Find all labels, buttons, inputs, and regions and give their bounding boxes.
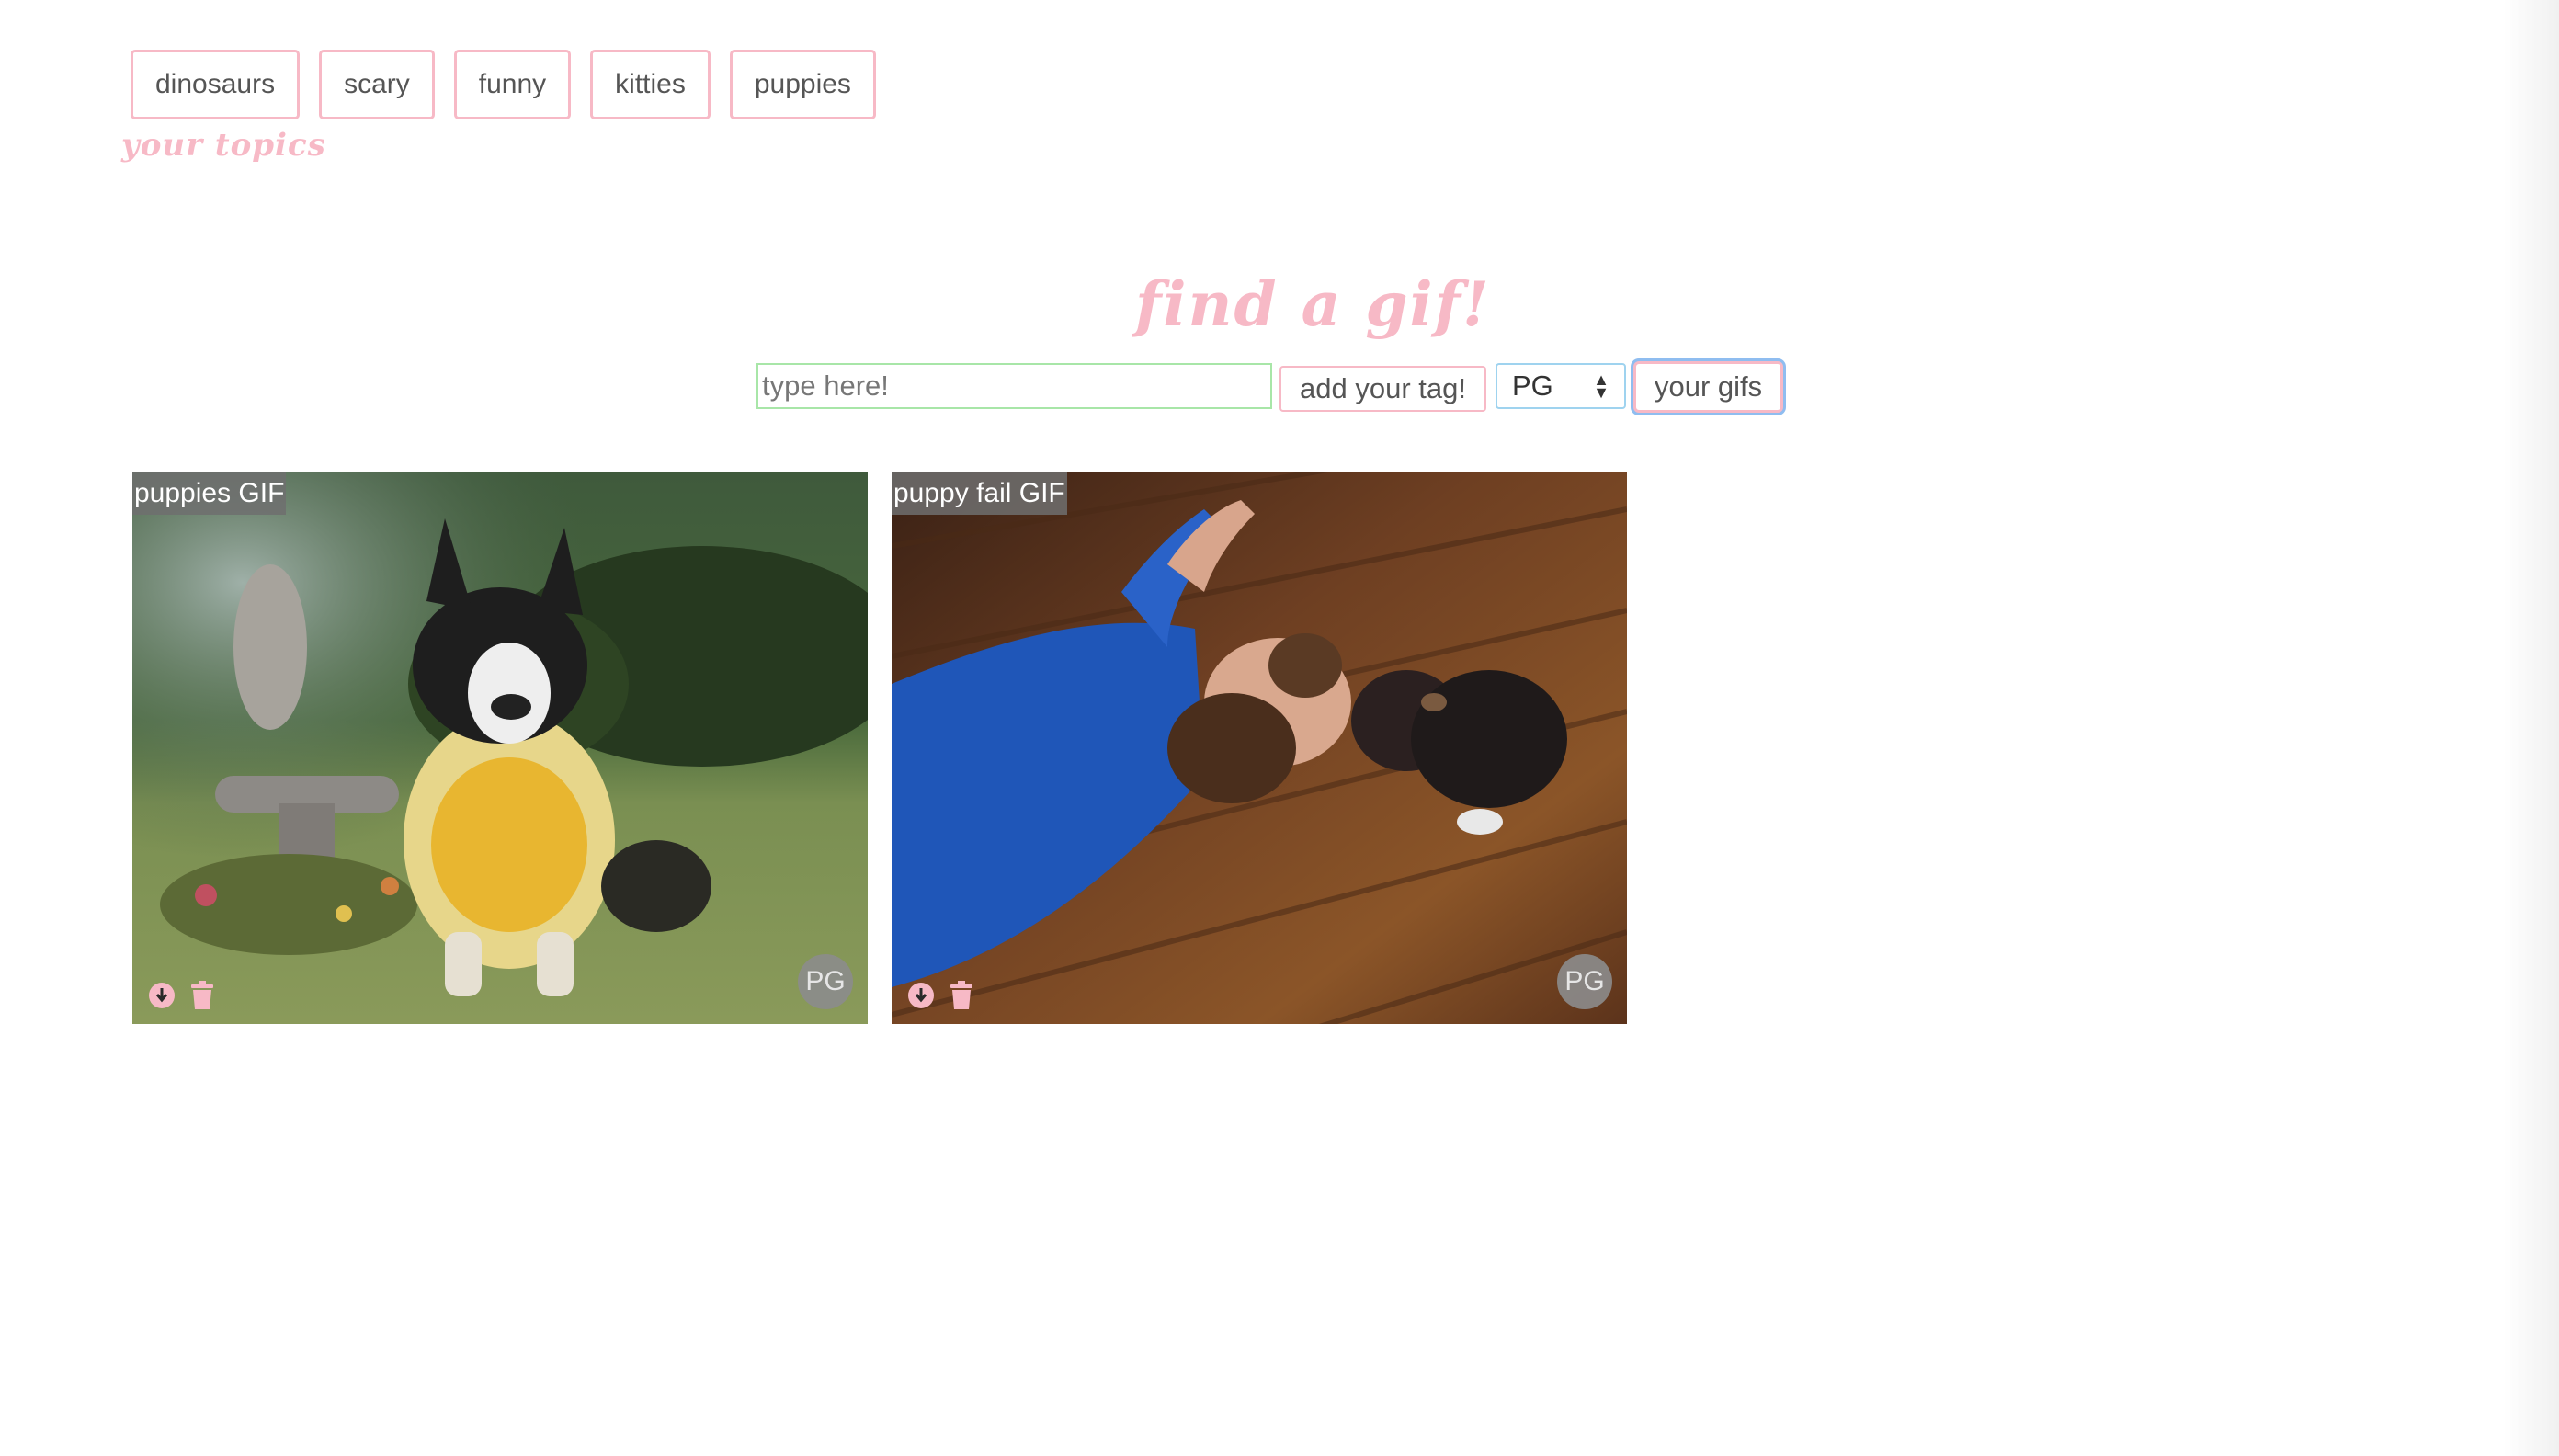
- topic-button-scary[interactable]: scary: [319, 50, 435, 119]
- gif-image-puppies: [132, 472, 868, 1024]
- gif-title: puppy fail GIF: [892, 472, 1067, 515]
- search-row: add your tag! PG ▲▼ your gifs: [756, 359, 1784, 413]
- topic-button-funny[interactable]: funny: [453, 50, 572, 119]
- topic-button-puppies[interactable]: puppies: [729, 50, 876, 119]
- gif-card[interactable]: puppies GIF PG: [132, 472, 868, 1024]
- gif-actions: [906, 980, 976, 1011]
- topics-bar: dinosaurs scary funny kitties puppies: [131, 50, 876, 119]
- topic-button-kitties[interactable]: kitties: [590, 50, 711, 119]
- trash-icon[interactable]: [947, 980, 976, 1011]
- page-title: find a gif!: [1135, 268, 1491, 340]
- download-circle-icon[interactable]: [906, 980, 936, 1011]
- gif-actions: [147, 980, 217, 1011]
- select-updown-icon: ▲ ▼: [1593, 370, 1609, 402]
- rating-select-value: PG: [1511, 370, 1553, 402]
- topic-button-dinosaurs[interactable]: dinosaurs: [131, 50, 301, 119]
- scrollbar-track[interactable]: [2504, 0, 2559, 1456]
- topics-label: your topics: [121, 127, 326, 164]
- trash-icon[interactable]: [188, 980, 217, 1011]
- rating-badge: PG: [1557, 954, 1612, 1009]
- gif-grid: puppies GIF PG puppy fail GIF PG: [132, 472, 1627, 1024]
- search-input[interactable]: [756, 363, 1272, 409]
- gif-title: puppies GIF: [132, 472, 287, 515]
- add-tag-button[interactable]: add your tag!: [1280, 366, 1486, 412]
- download-circle-icon[interactable]: [147, 980, 176, 1011]
- gif-image-puppy-fail: [892, 472, 1627, 1024]
- your-gifs-button[interactable]: your gifs: [1632, 361, 1784, 413]
- page: dinosaurs scary funny kitties puppies yo…: [0, 0, 2559, 1456]
- rating-badge: PG: [798, 954, 853, 1009]
- gif-card[interactable]: puppy fail GIF PG: [892, 472, 1627, 1024]
- rating-select[interactable]: PG ▲ ▼: [1495, 363, 1626, 409]
